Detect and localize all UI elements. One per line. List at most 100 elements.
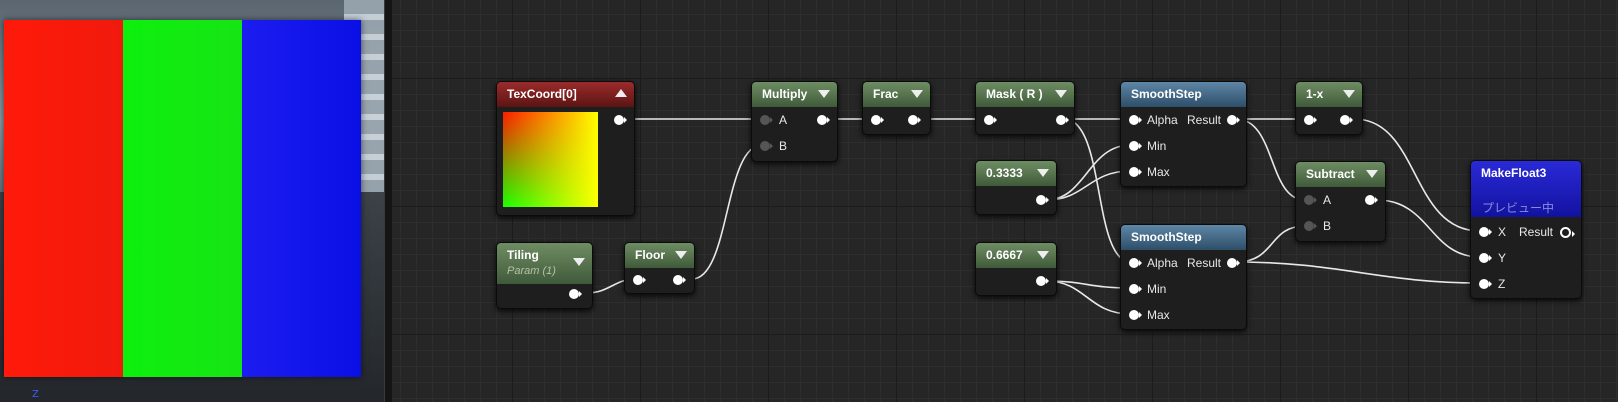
- chevron-down-icon[interactable]: [1055, 90, 1067, 98]
- multiply-pin-a-label: A: [779, 113, 788, 127]
- node-mask[interactable]: Mask ( R ): [975, 81, 1075, 135]
- node-multiply[interactable]: Multiply A B: [751, 81, 838, 162]
- texcoord-output-pin[interactable]: [614, 115, 627, 125]
- smoothstep-2-result-label: Result: [1187, 256, 1222, 270]
- chevron-down-icon[interactable]: [911, 90, 923, 98]
- preview-blue-band: [242, 20, 361, 377]
- multiply-output-pin[interactable]: [817, 115, 830, 125]
- node-tiling-header[interactable]: Tiling Param (1): [497, 243, 592, 284]
- subtract-input-b-pin[interactable]: [1304, 221, 1317, 231]
- multiply-input-b-pin[interactable]: [760, 141, 773, 151]
- node-one-minus-header[interactable]: 1-x: [1296, 82, 1362, 107]
- multiply-pin-b-label: B: [779, 139, 788, 153]
- smoothstep-1-max-pin[interactable]: [1129, 167, 1142, 177]
- subtract-output-pin[interactable]: [1365, 195, 1378, 205]
- node-subtract[interactable]: Subtract A B: [1295, 161, 1386, 242]
- constant-0667-output-pin[interactable]: [1036, 276, 1049, 286]
- makefloat3-result-pin[interactable]: [1560, 227, 1575, 238]
- mask-input-pin[interactable]: [984, 115, 997, 125]
- node-constant-0667-header[interactable]: 0.6667: [976, 243, 1056, 268]
- subtract-input-a-pin[interactable]: [1304, 195, 1317, 205]
- node-subtract-title: Subtract: [1306, 167, 1355, 181]
- node-smoothstep-2[interactable]: SmoothStep Alpha Result Min Max: [1120, 224, 1247, 330]
- makefloat3-y-pin[interactable]: [1479, 253, 1492, 263]
- node-smoothstep-2-header[interactable]: SmoothStep: [1121, 225, 1246, 250]
- node-frac[interactable]: Frac: [862, 81, 931, 135]
- node-smoothstep-2-title: SmoothStep: [1131, 230, 1202, 244]
- chevron-down-icon[interactable]: [675, 251, 687, 259]
- chevron-down-icon[interactable]: [573, 258, 585, 266]
- smoothstep-2-alpha-pin[interactable]: [1129, 258, 1142, 268]
- smoothstep-2-min-label: Min: [1147, 282, 1167, 296]
- node-subtract-header[interactable]: Subtract: [1296, 162, 1385, 187]
- node-frac-title: Frac: [873, 87, 899, 101]
- preview-plane: [4, 20, 361, 377]
- subtract-pin-a-label: A: [1323, 193, 1332, 207]
- preview-green-band: [123, 20, 242, 377]
- node-floor-title: Floor: [635, 248, 665, 262]
- one-minus-output-pin[interactable]: [1340, 115, 1353, 125]
- node-constant-0333-header[interactable]: 0.3333: [976, 161, 1056, 186]
- makefloat3-x-label: X: [1498, 225, 1507, 239]
- node-frac-header[interactable]: Frac: [863, 82, 930, 107]
- node-floor[interactable]: Floor: [624, 242, 695, 294]
- node-mask-title: Mask ( R ): [986, 87, 1043, 101]
- smoothstep-1-min-pin[interactable]: [1129, 141, 1142, 151]
- constant-0333-output-pin[interactable]: [1036, 195, 1049, 205]
- chevron-down-icon[interactable]: [1037, 251, 1049, 259]
- node-makefloat3-header[interactable]: MakeFloat3 プレビュー中: [1471, 161, 1581, 217]
- material-preview-viewport[interactable]: Z: [0, 0, 384, 402]
- subtract-pin-b-label: B: [1323, 219, 1332, 233]
- chevron-down-icon[interactable]: [1366, 170, 1378, 178]
- smoothstep-1-result-label: Result: [1187, 113, 1222, 127]
- chevron-down-icon[interactable]: [1037, 169, 1049, 177]
- smoothstep-1-alpha-label: Alpha: [1147, 113, 1178, 127]
- node-smoothstep-1[interactable]: SmoothStep Alpha Result Min Max: [1120, 81, 1247, 187]
- floor-output-pin[interactable]: [673, 275, 686, 285]
- makefloat3-result-label: Result: [1519, 225, 1554, 239]
- smoothstep-2-max-label: Max: [1147, 308, 1170, 322]
- node-constant-0333-value: 0.3333: [986, 166, 1023, 180]
- node-texcoord[interactable]: TexCoord[0]: [496, 81, 635, 216]
- smoothstep-1-alpha-pin[interactable]: [1129, 115, 1142, 125]
- node-multiply-header[interactable]: Multiply: [752, 82, 837, 107]
- node-constant-0667-value: 0.6667: [986, 248, 1023, 262]
- chevron-down-icon[interactable]: [818, 90, 830, 98]
- node-mask-header[interactable]: Mask ( R ): [976, 82, 1074, 107]
- node-one-minus-title: 1-x: [1306, 87, 1324, 101]
- node-constant-0667[interactable]: 0.6667: [975, 242, 1057, 296]
- node-multiply-title: Multiply: [762, 87, 808, 101]
- tiling-output-pin[interactable]: [569, 289, 582, 299]
- mask-output-pin[interactable]: [1056, 115, 1069, 125]
- multiply-input-a-pin[interactable]: [760, 115, 773, 125]
- one-minus-input-pin[interactable]: [1304, 115, 1317, 125]
- texcoord-preview-thumbnail: [503, 112, 598, 207]
- node-smoothstep-1-title: SmoothStep: [1131, 87, 1202, 101]
- makefloat3-x-pin[interactable]: [1479, 227, 1492, 237]
- node-floor-header[interactable]: Floor: [625, 243, 694, 268]
- makefloat3-z-pin[interactable]: [1479, 279, 1492, 289]
- smoothstep-2-result-pin[interactable]: [1227, 258, 1240, 268]
- node-tiling-subtitle: Param (1): [507, 265, 556, 277]
- smoothstep-1-min-label: Min: [1147, 139, 1167, 153]
- collapse-arrow-icon[interactable]: [615, 89, 627, 97]
- smoothstep-1-result-pin[interactable]: [1227, 115, 1240, 125]
- floor-input-pin[interactable]: [633, 275, 646, 285]
- node-makefloat3[interactable]: MakeFloat3 プレビュー中 X Result Y Z: [1470, 160, 1582, 299]
- node-constant-0333[interactable]: 0.3333: [975, 160, 1057, 215]
- preview-red-band: [4, 20, 123, 377]
- node-makefloat3-preview-note: プレビュー中: [1482, 201, 1555, 215]
- smoothstep-2-alpha-label: Alpha: [1147, 256, 1178, 270]
- node-tiling-title: Tiling: [507, 248, 539, 262]
- smoothstep-2-min-pin[interactable]: [1129, 284, 1142, 294]
- node-tiling[interactable]: Tiling Param (1): [496, 242, 593, 309]
- node-smoothstep-1-header[interactable]: SmoothStep: [1121, 82, 1246, 107]
- frac-output-pin[interactable]: [908, 115, 921, 125]
- frac-input-pin[interactable]: [871, 115, 884, 125]
- node-texcoord-header[interactable]: TexCoord[0]: [497, 82, 634, 107]
- chevron-down-icon[interactable]: [1343, 90, 1355, 98]
- smoothstep-2-max-pin[interactable]: [1129, 310, 1142, 320]
- node-one-minus[interactable]: 1-x: [1295, 81, 1363, 135]
- axis-gizmo: Z: [32, 389, 39, 400]
- node-makefloat3-title: MakeFloat3: [1481, 166, 1547, 180]
